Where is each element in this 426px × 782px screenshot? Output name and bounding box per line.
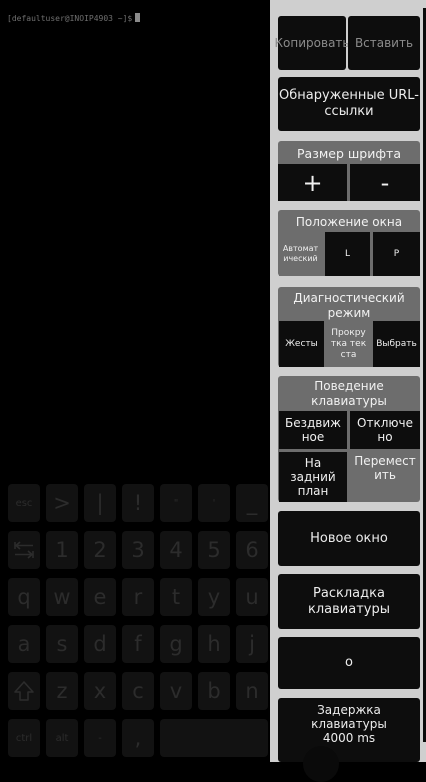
key-n[interactable]: n bbox=[236, 672, 268, 710]
window-position-title: Положение окна bbox=[295, 215, 403, 229]
new-window-button[interactable]: Новое окно bbox=[278, 511, 420, 566]
detected-urls-button[interactable]: Обнаруженные URL-ссылки bbox=[278, 77, 420, 131]
copy-button[interactable]: Копировать bbox=[275, 16, 349, 70]
key-tab[interactable] bbox=[8, 531, 40, 569]
key-d[interactable]: d bbox=[84, 625, 116, 663]
virtual-keyboard: esc > | ! " ' _ 1 2 3 4 5 6 q w e r t y … bbox=[8, 484, 278, 762]
window-position-auto[interactable]: Автоматический bbox=[279, 232, 322, 276]
key-exclaim[interactable]: ! bbox=[122, 484, 154, 522]
keyboard-layout-button[interactable]: Раскладка клавиатуры bbox=[278, 574, 420, 629]
key-pipe[interactable]: | bbox=[84, 484, 116, 522]
keyboard-fixed[interactable]: Бездвижное bbox=[279, 411, 347, 449]
key-v[interactable]: v bbox=[160, 672, 192, 710]
key-space[interactable] bbox=[160, 719, 268, 757]
key-b[interactable]: b bbox=[198, 672, 230, 710]
font-size-group: Размер шрифта + - bbox=[278, 141, 420, 201]
window-position-left[interactable]: L bbox=[325, 232, 370, 276]
key-f[interactable]: f bbox=[122, 625, 154, 663]
key-4[interactable]: 4 bbox=[160, 531, 192, 569]
key-c[interactable]: c bbox=[122, 672, 154, 710]
delay-slider-knob[interactable] bbox=[303, 746, 339, 782]
window-position-right[interactable]: P bbox=[373, 232, 420, 276]
diagnostic-mode-group: Диагностический режим Жесты Прокрутка те… bbox=[278, 287, 420, 367]
diagnostic-gestures[interactable]: Жесты bbox=[279, 321, 324, 367]
window-position-group: Положение окна Автоматический L P bbox=[278, 210, 420, 276]
key-r[interactable]: r bbox=[122, 578, 154, 616]
key-t[interactable]: t bbox=[160, 578, 192, 616]
keyboard-delay-button[interactable]: Задержка клавиатуры 4000 ms bbox=[278, 698, 420, 762]
terminal-prompt: [defaultuser@INOIP4903 ~]$ bbox=[7, 13, 141, 23]
key-z[interactable]: z bbox=[46, 672, 78, 710]
key-single-quote[interactable]: ' bbox=[198, 484, 230, 522]
key-2[interactable]: 2 bbox=[84, 531, 116, 569]
diagnostic-select[interactable]: Выбрать bbox=[373, 321, 420, 367]
key-3[interactable]: 3 bbox=[122, 531, 154, 569]
keyboard-move[interactable]: Переместить bbox=[350, 452, 420, 484]
key-5[interactable]: 5 bbox=[198, 531, 230, 569]
key-shift[interactable] bbox=[8, 672, 40, 710]
key-j[interactable]: j bbox=[236, 625, 268, 663]
keyboard-behavior-group: Поведение клавиатуры Бездвижное Отключен… bbox=[278, 376, 420, 502]
o-button[interactable]: o bbox=[278, 637, 420, 689]
side-panel: Копировать Вставить Обнаруженные URL-ссы… bbox=[270, 0, 426, 762]
shift-icon bbox=[14, 681, 34, 701]
key-comma[interactable]: , bbox=[122, 719, 154, 757]
key-double-quote[interactable]: " bbox=[160, 484, 192, 522]
terminal-cursor bbox=[135, 13, 141, 22]
key-underscore[interactable]: _ bbox=[236, 484, 268, 522]
key-u[interactable]: u bbox=[236, 578, 268, 616]
key-g[interactable]: g bbox=[160, 625, 192, 663]
key-x[interactable]: x bbox=[84, 672, 116, 710]
key-6[interactable]: 6 bbox=[236, 531, 268, 569]
key-esc[interactable]: esc bbox=[8, 484, 40, 522]
diagnostic-scroll-text[interactable]: Прокрутка текста bbox=[326, 321, 371, 367]
key-a[interactable]: a bbox=[8, 625, 40, 663]
font-decrease-button[interactable]: - bbox=[350, 164, 420, 201]
tab-icon bbox=[14, 541, 34, 559]
key-h[interactable]: h bbox=[198, 625, 230, 663]
diagnostic-mode-title: Диагностический режим bbox=[293, 291, 405, 320]
key-ctrl[interactable]: ctrl bbox=[8, 719, 40, 757]
keyboard-behavior-title: Поведение клавиатуры bbox=[311, 379, 387, 408]
keyboard-off[interactable]: Отключено bbox=[350, 411, 420, 449]
paste-button[interactable]: Вставить bbox=[348, 16, 420, 70]
key-e[interactable]: e bbox=[84, 578, 116, 616]
key-minus[interactable]: - bbox=[84, 719, 116, 757]
keyboard-background[interactable]: На задний план bbox=[279, 452, 347, 502]
font-increase-button[interactable]: + bbox=[278, 164, 347, 201]
key-y[interactable]: y bbox=[198, 578, 230, 616]
key-alt[interactable]: alt bbox=[46, 719, 78, 757]
key-1[interactable]: 1 bbox=[46, 531, 78, 569]
key-greater[interactable]: > bbox=[46, 484, 78, 522]
key-q[interactable]: q bbox=[8, 578, 40, 616]
font-size-title: Размер шрифта bbox=[297, 146, 401, 161]
key-s[interactable]: s bbox=[46, 625, 78, 663]
key-w[interactable]: w bbox=[46, 578, 78, 616]
